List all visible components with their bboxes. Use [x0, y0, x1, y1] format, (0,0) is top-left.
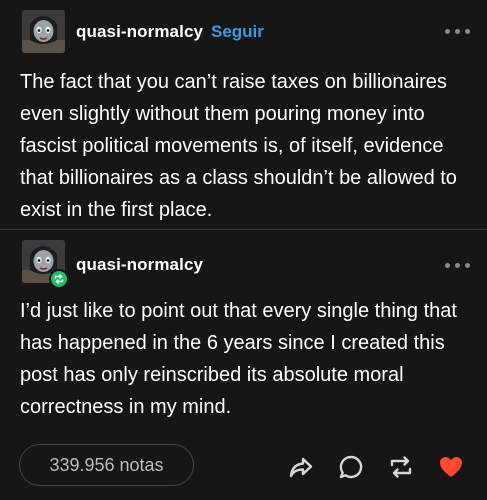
post-header: quasi-normalcy Seguir [0, 9, 487, 59]
more-options-icon[interactable] [444, 260, 472, 270]
reply-icon[interactable] [337, 453, 365, 481]
reblog-icon[interactable] [387, 453, 415, 481]
avatar[interactable] [22, 10, 65, 53]
like-icon[interactable] [437, 453, 465, 481]
reblog-header: quasi-normalcy [0, 239, 487, 289]
reblog-text: I’d just like to point out that every si… [20, 300, 457, 418]
reblog-author[interactable]: quasi-normalcy [76, 255, 203, 275]
post-author[interactable]: quasi-normalcy [76, 22, 203, 42]
reblog-badge-icon [49, 269, 69, 289]
follow-button[interactable]: Seguir [211, 22, 264, 42]
share-icon[interactable] [287, 453, 315, 481]
post-text: The fact that you can’t raise taxes on b… [20, 71, 457, 221]
more-options-icon[interactable] [444, 26, 472, 36]
avatar-image [22, 10, 65, 53]
divider [0, 229, 487, 230]
notes-count-button[interactable]: 339.956 notas [19, 444, 194, 486]
post-card: quasi-normalcy Seguir The fact that you … [0, 0, 487, 500]
